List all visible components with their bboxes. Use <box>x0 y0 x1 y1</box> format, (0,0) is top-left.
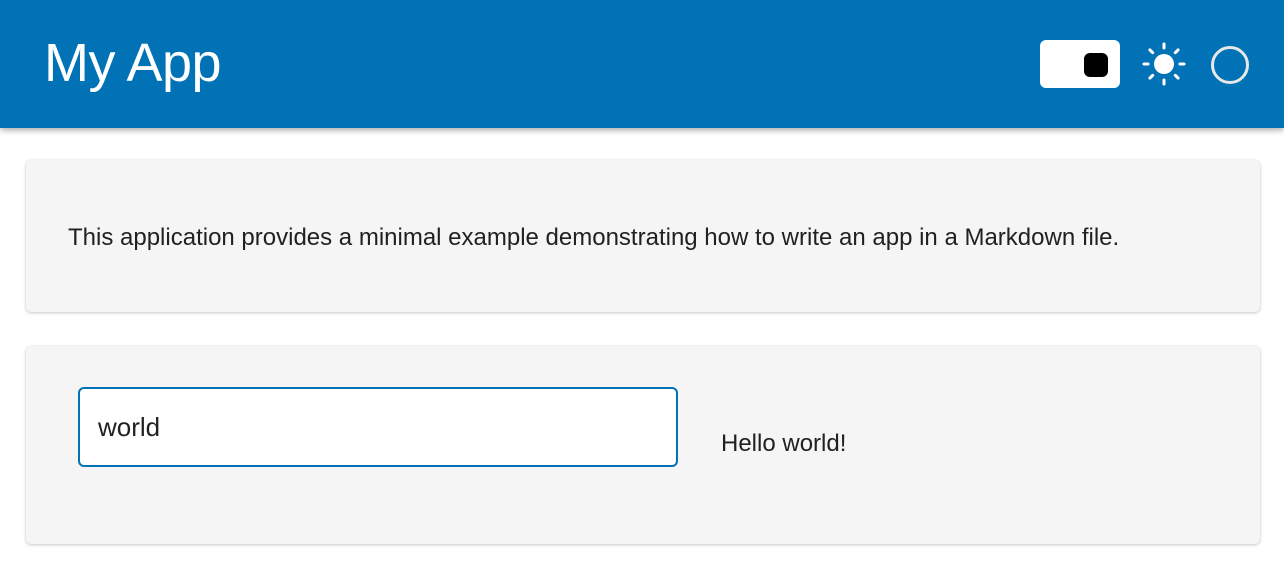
toggle-knob <box>1084 53 1108 77</box>
description-card: This application provides a minimal exam… <box>26 160 1260 312</box>
status-circle-icon <box>1209 44 1251 86</box>
name-input[interactable] <box>78 387 678 467</box>
theme-toggle[interactable] <box>1040 40 1120 88</box>
app-header: My App <box>0 0 1284 128</box>
app-title: My App <box>44 33 222 93</box>
app-description: This application provides a minimal exam… <box>68 224 1120 251</box>
sun-icon[interactable] <box>1140 40 1188 88</box>
interaction-card: Hello world! <box>26 346 1260 544</box>
greeting-output: Hello world! <box>721 430 847 457</box>
